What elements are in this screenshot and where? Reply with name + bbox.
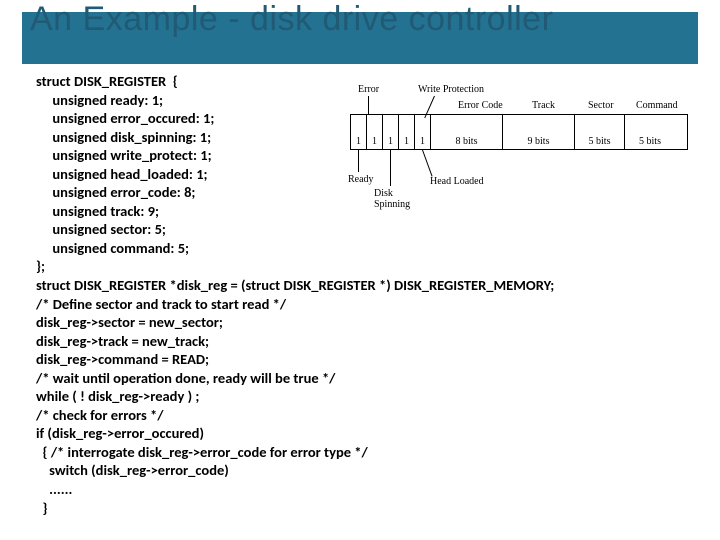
label-command: Command — [636, 100, 678, 111]
slide-title: An Example - disk drive controller — [30, 0, 553, 39]
code-block: struct DISK_REGISTER { unsigned ready: 1… — [36, 72, 554, 517]
label-sector: Sector — [588, 100, 614, 111]
cell-command: 5 bits — [625, 115, 675, 149]
slide: An Example - disk drive controller Error… — [0, 0, 720, 540]
cell-sector: 5 bits — [575, 115, 625, 149]
